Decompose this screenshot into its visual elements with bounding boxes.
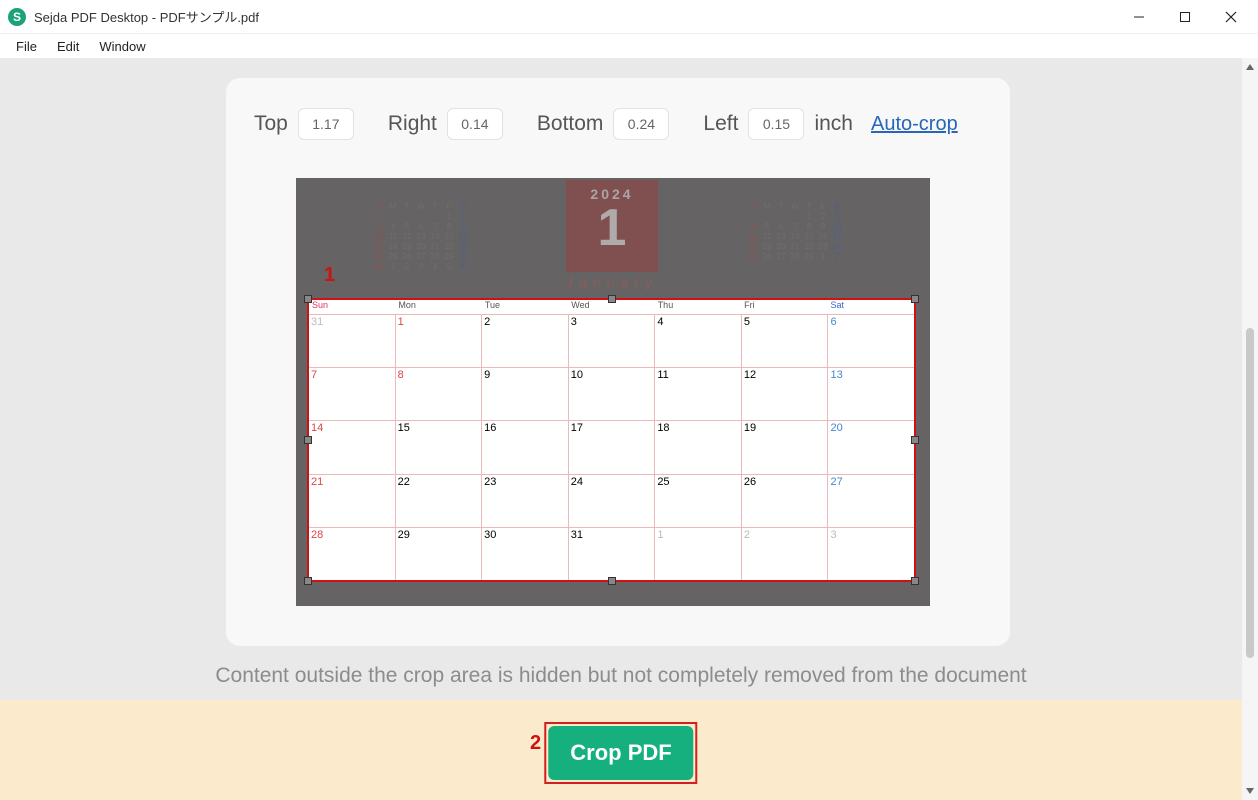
unit-label: inch: [814, 112, 853, 136]
minimize-button[interactable]: [1116, 0, 1162, 34]
vertical-scrollbar[interactable]: [1242, 58, 1258, 800]
annotation-marker-1: 1: [324, 264, 335, 287]
crop-button-highlight: Crop PDF: [544, 722, 697, 784]
content-area: Top Right Bottom Left inch Auto-crop 202…: [0, 58, 1258, 800]
action-bar: Crop PDF: [0, 700, 1242, 800]
annotation-marker-2: 2: [530, 732, 541, 755]
maximize-button[interactable]: [1162, 0, 1208, 34]
scrollbar-thumb[interactable]: [1246, 328, 1254, 658]
crop-settings-card: Top Right Bottom Left inch Auto-crop 202…: [226, 78, 1010, 646]
bottom-label: Bottom: [537, 112, 604, 136]
crop-help-text: Content outside the crop area is hidden …: [0, 664, 1242, 688]
scroll-down-icon[interactable]: [1242, 782, 1258, 800]
close-button[interactable]: [1208, 0, 1254, 34]
right-input[interactable]: [447, 108, 503, 140]
top-label: Top: [254, 112, 288, 136]
menu-window[interactable]: Window: [89, 37, 155, 56]
left-label: Left: [703, 112, 738, 136]
top-input[interactable]: [298, 108, 354, 140]
scroll-up-icon[interactable]: [1242, 58, 1258, 76]
margin-controls: Top Right Bottom Left inch Auto-crop: [254, 108, 982, 140]
crop-selection[interactable]: SunMonTueWedThuFriSat 311234567891011121…: [309, 300, 914, 580]
crop-pdf-button[interactable]: Crop PDF: [548, 726, 693, 780]
calendar-grid: SunMonTueWedThuFriSat 311234567891011121…: [309, 300, 914, 580]
bottom-input[interactable]: [613, 108, 669, 140]
auto-crop-link[interactable]: Auto-crop: [871, 113, 958, 136]
menubar: File Edit Window: [0, 34, 1258, 58]
left-input[interactable]: [748, 108, 804, 140]
right-label: Right: [388, 112, 437, 136]
titlebar: S Sejda PDF Desktop - PDFサンプル.pdf: [0, 0, 1258, 34]
page-preview: 2024 1 January 12 SMTWTFS123456789101112…: [296, 178, 930, 606]
app-icon: S: [8, 8, 26, 26]
menu-edit[interactable]: Edit: [47, 37, 89, 56]
window-title: Sejda PDF Desktop - PDFサンプル.pdf: [34, 7, 259, 26]
window-controls: [1116, 0, 1254, 34]
menu-file[interactable]: File: [6, 37, 47, 56]
